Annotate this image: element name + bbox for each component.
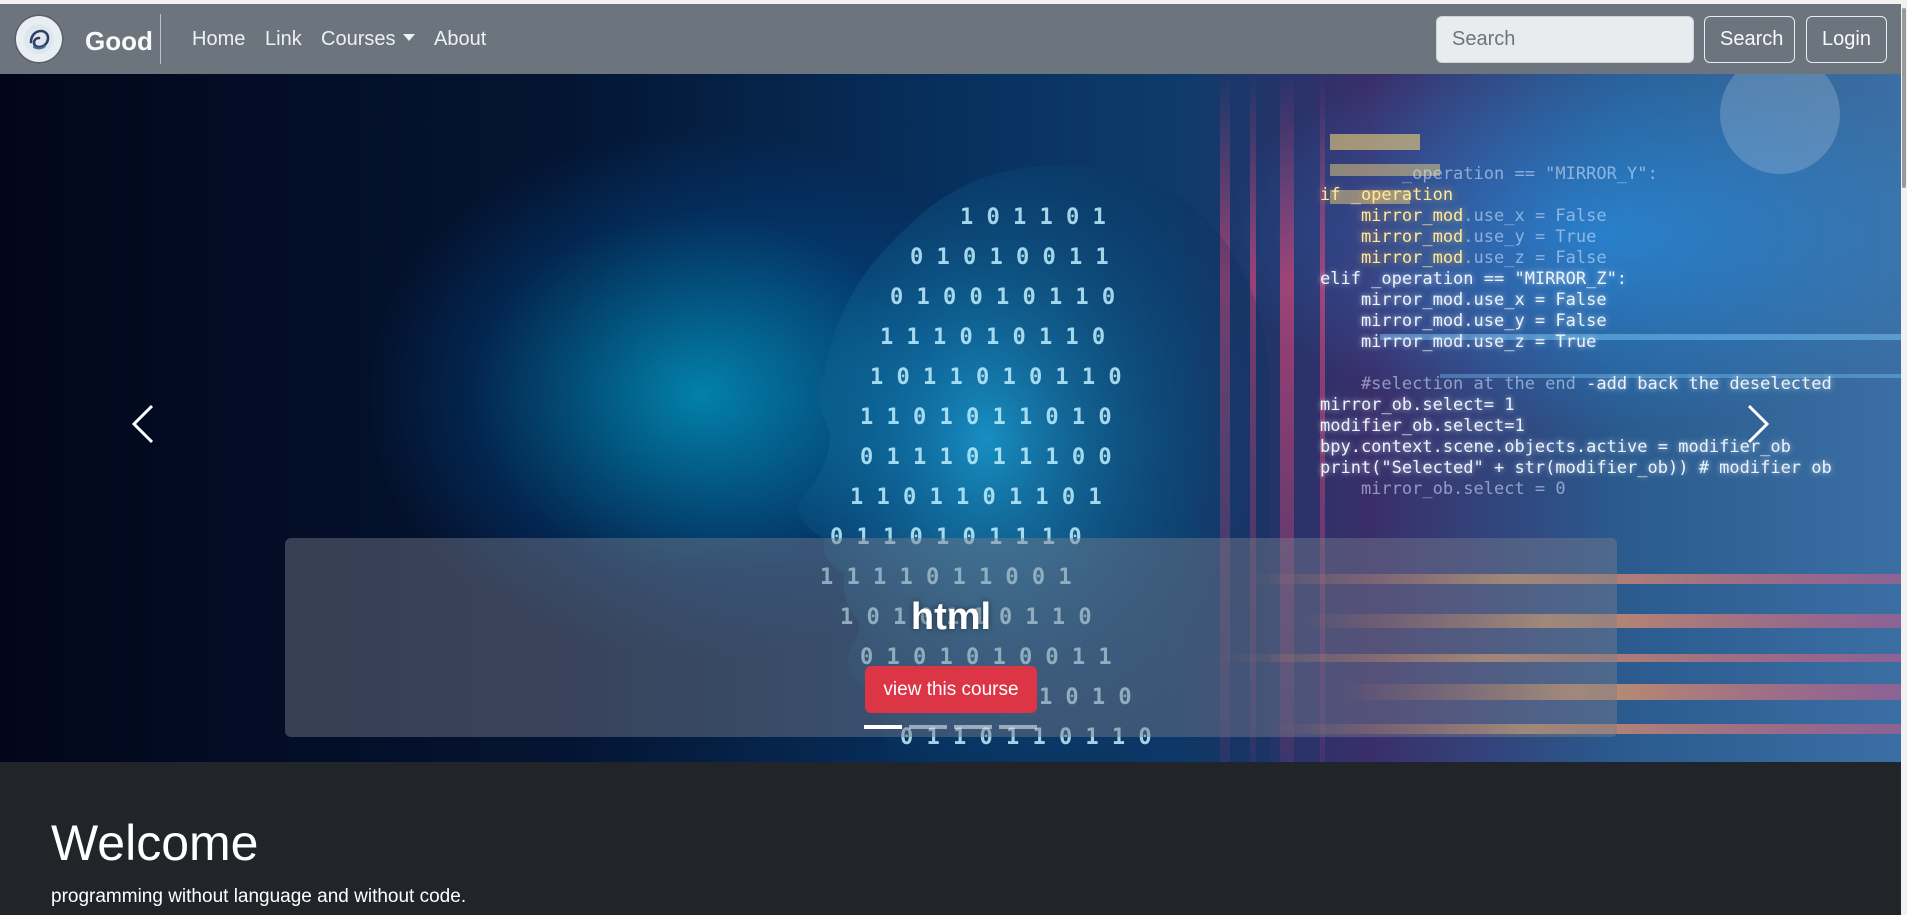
carousel-caption-title: html [910,596,992,638]
chevron-left-icon [131,404,154,444]
carousel-indicator-3[interactable] [954,725,992,729]
brand-name[interactable]: Good [85,26,153,57]
nav-dropdown-courses-label: Courses [321,28,396,50]
svg-text:0 1 0 0 1 0 1 1 0: 0 1 0 0 1 0 1 1 0 [890,285,1115,310]
scrollbar-thumb[interactable] [1902,8,1906,188]
nav-dropdown-courses[interactable]: Courses [321,28,416,51]
login-button[interactable]: Login [1806,16,1887,63]
carousel-indicators [864,725,1037,731]
welcome-title: Welcome [51,815,259,871]
svg-text:0 1 0 1 0 0 1 1: 0 1 0 1 0 0 1 1 [910,245,1109,270]
svg-text:1 0 1 1 0 1 0 1 1 0: 1 0 1 1 0 1 0 1 1 0 [870,365,1122,390]
nav-link-link[interactable]: Link [265,28,302,51]
nav-link-home[interactable]: Home [192,28,245,51]
nav-link-about[interactable]: About [434,28,486,51]
svg-text:0 1 1 1 0 1 1 1 0 0: 0 1 1 1 0 1 1 1 0 0 [860,445,1112,470]
carousel-indicator-4[interactable] [999,725,1037,729]
caret-down-icon [403,34,416,41]
carousel-caption: html view this course [285,538,1617,737]
svg-text:1 1 0 1 1 0 1 1 0 1: 1 1 0 1 1 0 1 1 0 1 [850,485,1102,510]
search-input[interactable] [1436,16,1694,63]
brain-logo-icon [24,24,54,54]
svg-text:1 1 0 1 0 1 1 0 1 0: 1 1 0 1 0 1 1 0 1 0 [860,405,1112,430]
hero-code-artwork: _operation == "MIRROR_Y": if _operation … [1320,164,1832,499]
chevron-right-icon [1747,404,1770,444]
navbar: Good Home Link Courses About Search Logi… [0,4,1901,74]
welcome-text: programming without language and without… [51,886,467,907]
brand-divider [160,14,161,64]
welcome-section: Welcome programming without language and… [0,762,1901,915]
svg-text:1 0 1 1 0 1: 1 0 1 1 0 1 [960,205,1106,230]
svg-text:1 1 1 0 1 0 1 1 0: 1 1 1 0 1 0 1 1 0 [880,325,1105,350]
hero-carousel: 1 0 1 1 0 1 0 1 0 1 0 0 1 1 0 1 0 0 1 0 … [0,74,1901,762]
brand-logo[interactable] [14,14,64,64]
search-button[interactable]: Search [1704,16,1795,63]
carousel-next-button[interactable] [1728,394,1788,454]
carousel-indicator-1[interactable] [864,725,902,729]
carousel-prev-button[interactable] [113,394,173,454]
view-course-button[interactable]: view this course [865,666,1037,713]
carousel-indicator-2[interactable] [909,725,947,729]
